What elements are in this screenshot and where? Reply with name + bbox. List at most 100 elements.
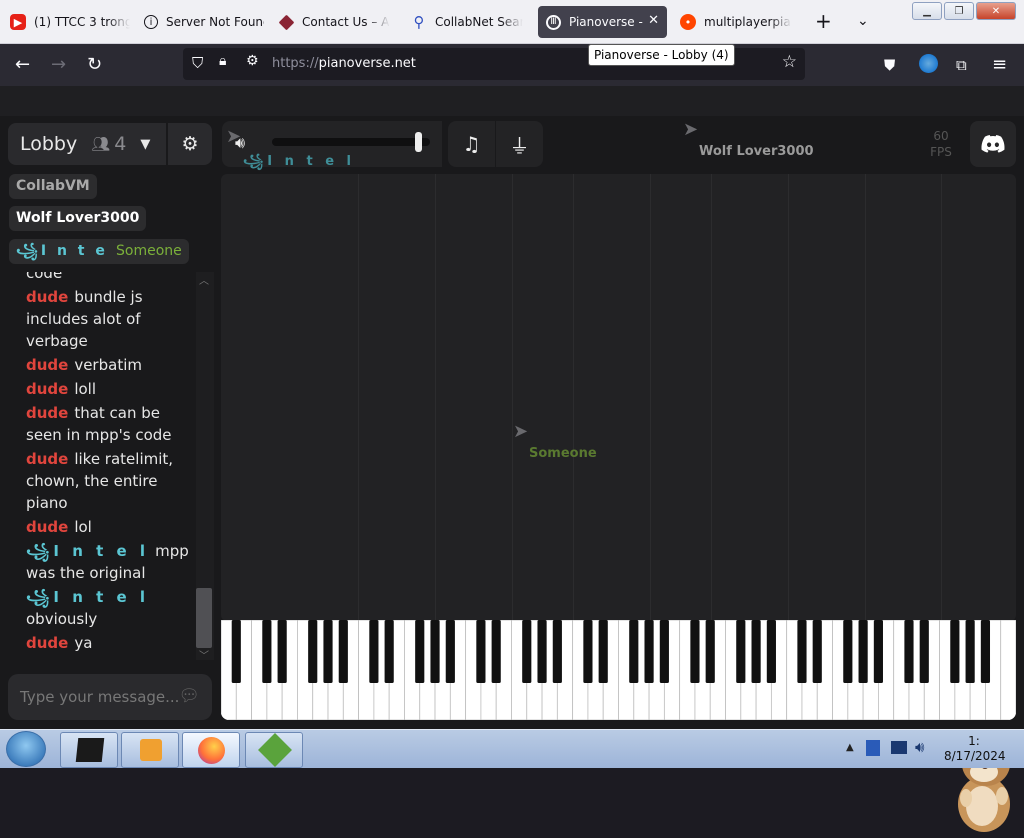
taskbar-app-minecraft[interactable] xyxy=(245,732,303,768)
tab-reddit[interactable]: • multiplayerpiano xyxy=(680,6,792,38)
white-key[interactable] xyxy=(1000,620,1016,720)
reload-icon[interactable]: ↻ xyxy=(87,54,102,75)
black-key[interactable] xyxy=(430,620,440,683)
taskbar-app-firefox[interactable] xyxy=(182,732,240,768)
black-key[interactable] xyxy=(552,620,562,683)
extensions-icon[interactable]: ⧉ xyxy=(956,56,967,74)
close-window-icon[interactable]: ✕ xyxy=(976,2,1016,20)
pocket-icon[interactable]: ⛊ xyxy=(884,56,895,74)
black-key[interactable] xyxy=(873,620,883,683)
new-tab-icon[interactable]: + xyxy=(815,9,832,33)
room-selector[interactable]: Lobby 👥︎ 4 ▼ xyxy=(8,123,166,165)
black-key[interactable] xyxy=(965,620,975,683)
tab-list-icon[interactable]: ⌄ xyxy=(857,13,869,29)
black-key[interactable] xyxy=(308,620,318,683)
discord-button[interactable] xyxy=(970,121,1016,167)
volume-slider[interactable] xyxy=(272,132,430,152)
black-key[interactable] xyxy=(522,620,532,683)
black-key[interactable] xyxy=(369,620,379,683)
close-tab-icon[interactable]: ✕ xyxy=(648,13,659,28)
lock-icon[interactable]: 🔒︎ xyxy=(219,53,226,69)
scroll-down-icon[interactable]: ﹀ xyxy=(199,647,209,662)
start-button[interactable] xyxy=(6,731,46,767)
black-key[interactable] xyxy=(766,620,776,683)
youtube-icon: ▶ xyxy=(10,14,26,30)
black-key[interactable] xyxy=(705,620,715,683)
black-key[interactable] xyxy=(659,620,669,683)
black-key[interactable] xyxy=(338,620,348,683)
account-icon[interactable] xyxy=(919,54,938,73)
volume-handle[interactable] xyxy=(415,132,422,152)
forward-icon[interactable]: → xyxy=(51,54,66,75)
chat-scrollbar[interactable]: ︿ ﹀ xyxy=(196,272,214,662)
search-icon: ⚲ xyxy=(413,13,425,31)
black-key[interactable] xyxy=(751,620,761,683)
tab-youtube[interactable]: ▶ (1) TTCC 3 trong xyxy=(10,6,130,38)
url-text: https://pianoverse.net xyxy=(272,56,416,71)
back-icon[interactable]: ← xyxy=(15,54,30,75)
chevron-down-icon: ▼ xyxy=(140,136,151,152)
tab-pianoverse[interactable]: Ⅲ Pianoverse - ✕ xyxy=(538,6,667,38)
black-key[interactable] xyxy=(950,620,960,683)
maximize-icon[interactable]: ❐ xyxy=(944,2,974,20)
tray-network-icon[interactable] xyxy=(891,741,907,754)
tray-app-icon[interactable] xyxy=(866,740,880,756)
chat-log: code dude bundle js includes alot of verb… xyxy=(8,272,204,652)
black-key[interactable] xyxy=(445,620,455,683)
clock[interactable]: 1: 8/17/2024 xyxy=(944,734,1006,764)
minimize-icon[interactable]: ▁ xyxy=(912,2,942,20)
black-key[interactable] xyxy=(476,620,486,683)
black-key[interactable] xyxy=(980,620,991,683)
chat-message: dude bundle js includes alot of verbage xyxy=(26,288,143,350)
piano-stage[interactable] xyxy=(221,174,1016,621)
chat-placeholder: Type your message... xyxy=(20,688,180,706)
black-key[interactable] xyxy=(797,620,807,683)
black-key[interactable] xyxy=(491,620,501,683)
black-key[interactable] xyxy=(384,620,394,683)
black-key[interactable] xyxy=(277,620,287,683)
black-key[interactable] xyxy=(919,620,929,683)
black-key[interactable] xyxy=(812,620,822,683)
chat-message: ꧁I n t e l obviously xyxy=(26,588,150,628)
tab-server-not-found[interactable]: i Server Not Found xyxy=(144,6,264,38)
black-key[interactable] xyxy=(323,620,333,683)
tab-collabnet[interactable]: ⚲ CollabNet SearXNG xyxy=(411,6,523,38)
scrollbar-thumb[interactable] xyxy=(196,588,212,648)
chat-input[interactable]: Type your message... 💬︎ xyxy=(8,674,212,720)
send-message-icon[interactable]: 💬︎ xyxy=(178,686,200,706)
tray-expand-icon[interactable]: ▲ xyxy=(846,742,854,753)
black-key[interactable] xyxy=(415,620,425,683)
taskbar-app-media[interactable] xyxy=(121,732,179,768)
piano-keyboard[interactable] xyxy=(221,620,1016,720)
bookmark-star-icon[interactable]: ☆ xyxy=(782,52,797,72)
black-key[interactable] xyxy=(644,620,654,683)
black-key[interactable] xyxy=(262,620,272,683)
user-chip-someone[interactable]: Someone xyxy=(109,239,189,264)
music-button[interactable]: ♫ xyxy=(448,121,495,167)
midi-button[interactable]: ⏚ xyxy=(496,121,543,167)
tab-contact[interactable]: Contact Us – Am xyxy=(278,6,390,38)
black-key[interactable] xyxy=(629,620,639,683)
user-chip-collabvm[interactable]: CollabVM xyxy=(9,174,97,199)
scroll-up-icon[interactable]: ︿ xyxy=(199,272,209,287)
shield-icon[interactable]: ⛉ xyxy=(192,54,203,72)
black-key[interactable] xyxy=(598,620,608,683)
tab-title: Server Not Found xyxy=(166,15,264,29)
black-key[interactable] xyxy=(537,620,547,683)
settings-button[interactable]: ⚙ xyxy=(168,123,212,165)
permissions-icon[interactable]: ⚙︎ xyxy=(246,53,259,69)
black-key[interactable] xyxy=(858,620,868,683)
piano-keys[interactable] xyxy=(221,620,1016,720)
menu-icon[interactable]: ≡ xyxy=(992,54,1007,75)
black-key[interactable] xyxy=(843,620,853,683)
black-key[interactable] xyxy=(583,620,593,683)
black-key[interactable] xyxy=(904,620,914,683)
taskbar: ▲ 🔊︎ 1: 8/17/2024 xyxy=(0,729,1024,768)
black-key[interactable] xyxy=(231,620,241,683)
taskbar-app-terminal[interactable] xyxy=(60,732,118,768)
black-key[interactable] xyxy=(690,620,700,683)
room-name: Lobby xyxy=(20,133,78,155)
black-key[interactable] xyxy=(736,620,746,683)
tray-volume-icon[interactable]: 🔊︎ xyxy=(915,738,924,756)
user-chip-wolf-lover[interactable]: Wolf Lover3000 xyxy=(9,206,147,231)
